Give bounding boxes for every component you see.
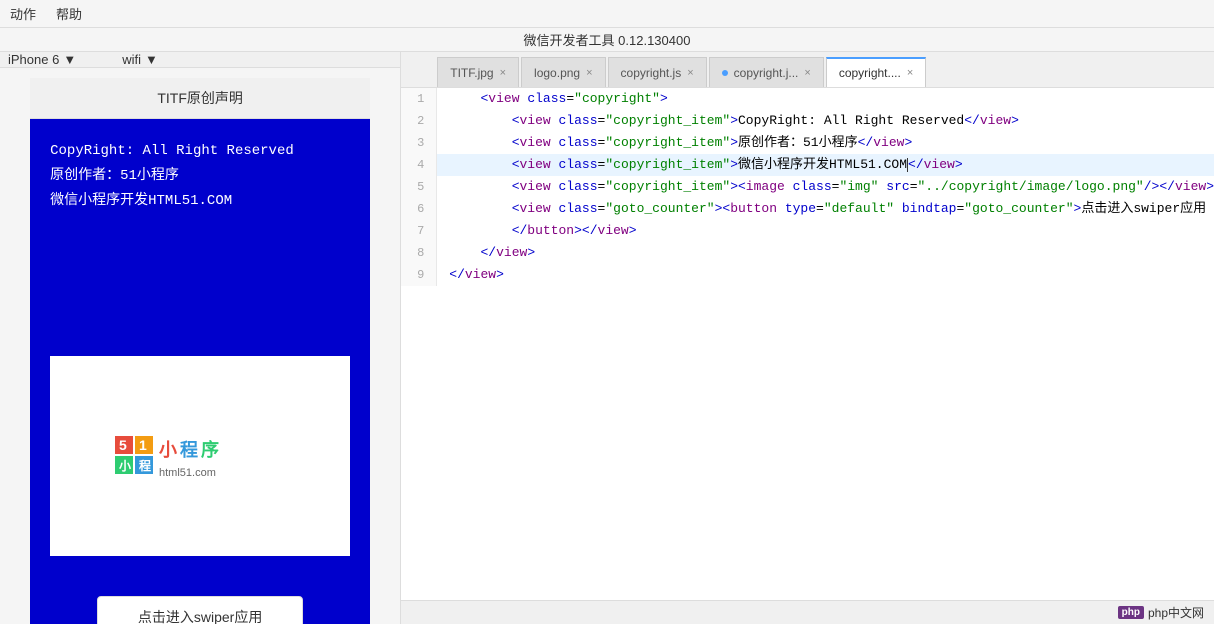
- tab-copyrightj2-label: copyright.j...: [734, 66, 799, 80]
- line-content-8: </view>: [437, 242, 1214, 264]
- network-chevron-icon: ▼: [145, 52, 158, 67]
- network-name: wifi: [122, 52, 141, 67]
- editor-tabs: TITF.jpg × logo.png × copyright.js × cop…: [401, 52, 1214, 88]
- line-number-9: 9: [401, 264, 437, 286]
- line-number-1: 1: [401, 88, 437, 110]
- code-line-7: 7 </button></view>: [401, 220, 1214, 242]
- svg-text:html51.com: html51.com: [159, 467, 216, 479]
- menu-action[interactable]: 动作: [10, 4, 36, 23]
- line-number-5: 5: [401, 176, 437, 198]
- tab-titf[interactable]: TITF.jpg ×: [437, 57, 519, 87]
- main-content: iPhone 6 ▼ wifi ▼ TITF原创声明 CopyRight: Al…: [0, 52, 1214, 624]
- phone-title: TITF原创声明: [157, 90, 243, 106]
- code-line-3: 3 <view class="copyright_item">原创作者：51小程…: [401, 132, 1214, 154]
- tab-titf-label: TITF.jpg: [450, 66, 493, 80]
- tab-copyrightjs-label: copyright.js: [621, 66, 682, 80]
- copyright-line2: 原创作者：51小程序: [50, 164, 350, 189]
- line-number-2: 2: [401, 110, 437, 132]
- line-content-2: <view class="copyright_item">CopyRight: …: [437, 110, 1214, 132]
- app-title: 微信开发者工具 0.12.130400: [524, 30, 691, 49]
- tab-copyrightj2[interactable]: copyright.j... ×: [709, 57, 824, 87]
- tab-copyright-label: copyright....: [839, 66, 901, 80]
- swiper-button[interactable]: 点击进入swiper应用: [97, 596, 303, 624]
- tab-logo[interactable]: logo.png ×: [521, 57, 605, 87]
- device-chevron-icon: ▼: [63, 52, 76, 67]
- code-line-6: 6 <view class="goto_counter"><button typ…: [401, 198, 1214, 220]
- tab-copyrightjs-close-icon[interactable]: ×: [687, 67, 693, 79]
- svg-text:程: 程: [139, 458, 151, 473]
- line-content-5: <view class="copyright_item"><image clas…: [437, 176, 1214, 198]
- svg-text:5: 5: [119, 437, 127, 453]
- logo-svg: 5 1 小 程 小 程 序 html51.com: [115, 426, 285, 486]
- bottom-bar: php php中文网: [401, 600, 1214, 624]
- title-bar: 微信开发者工具 0.12.130400: [0, 28, 1214, 52]
- svg-text:序: 序: [201, 439, 219, 460]
- btn-area: 点击进入swiper应用: [30, 566, 370, 624]
- line-number-4: 4: [401, 154, 437, 176]
- code-line-2: 2 <view class="copyright_item">CopyRight…: [401, 110, 1214, 132]
- code-line-5: 5 <view class="copyright_item"><image cl…: [401, 176, 1214, 198]
- svg-text:程: 程: [180, 440, 198, 460]
- php-label: php中文网: [1148, 604, 1204, 621]
- copyright-line3: 微信小程序开发HTML51.COM: [50, 189, 350, 214]
- tab-copyright-active[interactable]: copyright.... ×: [826, 57, 926, 87]
- menu-help[interactable]: 帮助: [56, 4, 82, 23]
- logo-box: 5 1 小 程 小 程 序 html51.com: [50, 356, 350, 556]
- tab-dot-icon: [722, 70, 728, 76]
- svg-text:小: 小: [119, 458, 131, 473]
- network-selector[interactable]: wifi ▼: [122, 52, 158, 67]
- code-line-1: 1 <view class="copyright">: [401, 88, 1214, 110]
- tab-titf-close-icon[interactable]: ×: [500, 67, 506, 79]
- editor-panel: TITF.jpg × logo.png × copyright.js × cop…: [401, 52, 1214, 624]
- tab-logo-label: logo.png: [534, 66, 580, 80]
- line-number-8: 8: [401, 242, 437, 264]
- device-name: iPhone 6: [8, 52, 59, 67]
- phone-body: CopyRight: All Right Reserved 原创作者：51小程序…: [30, 119, 370, 346]
- line-content-1: <view class="copyright">: [437, 88, 1214, 110]
- device-selector[interactable]: iPhone 6 ▼: [8, 52, 76, 67]
- copyright-line1: CopyRight: All Right Reserved: [50, 139, 350, 164]
- line-number-3: 3: [401, 132, 437, 154]
- line-content-3: <view class="copyright_item">原创作者：51小程序<…: [437, 132, 1214, 154]
- tab-copyright-close-icon[interactable]: ×: [907, 67, 913, 79]
- line-content-4: <view class="copyright_item">微信小程序开发HTML…: [437, 154, 1214, 176]
- tab-copyrightj2-close-icon[interactable]: ×: [804, 67, 810, 79]
- line-number-6: 6: [401, 198, 437, 220]
- code-line-8: 8 </view>: [401, 242, 1214, 264]
- svg-text:1: 1: [139, 437, 147, 453]
- tab-copyrightjs[interactable]: copyright.js ×: [608, 57, 707, 87]
- code-line-4: 4 <view class="copyright_item">微信小程序开发HT…: [401, 154, 1214, 176]
- tab-logo-close-icon[interactable]: ×: [586, 67, 592, 79]
- php-badge: php: [1118, 606, 1144, 619]
- phone-header: TITF原创声明: [30, 78, 370, 119]
- php-logo: php php中文网: [1118, 604, 1204, 621]
- line-content-9: </view>: [437, 264, 1214, 286]
- line-number-7: 7: [401, 220, 437, 242]
- simulator-panel: iPhone 6 ▼ wifi ▼ TITF原创声明 CopyRight: Al…: [0, 52, 401, 624]
- phone-screen: TITF原创声明 CopyRight: All Right Reserved 原…: [0, 68, 400, 624]
- svg-text:小: 小: [159, 440, 177, 460]
- menu-bar: 动作 帮助: [0, 0, 1214, 28]
- line-content-6: <view class="goto_counter"><button type=…: [437, 198, 1214, 220]
- code-line-9: 9 </view>: [401, 264, 1214, 286]
- simulator-toolbar: iPhone 6 ▼ wifi ▼: [0, 52, 400, 68]
- phone-content: TITF原创声明 CopyRight: All Right Reserved 原…: [30, 78, 370, 624]
- code-editor[interactable]: 1 <view class="copyright"> 2 <view class…: [401, 88, 1214, 600]
- line-content-7: </button></view>: [437, 220, 1214, 242]
